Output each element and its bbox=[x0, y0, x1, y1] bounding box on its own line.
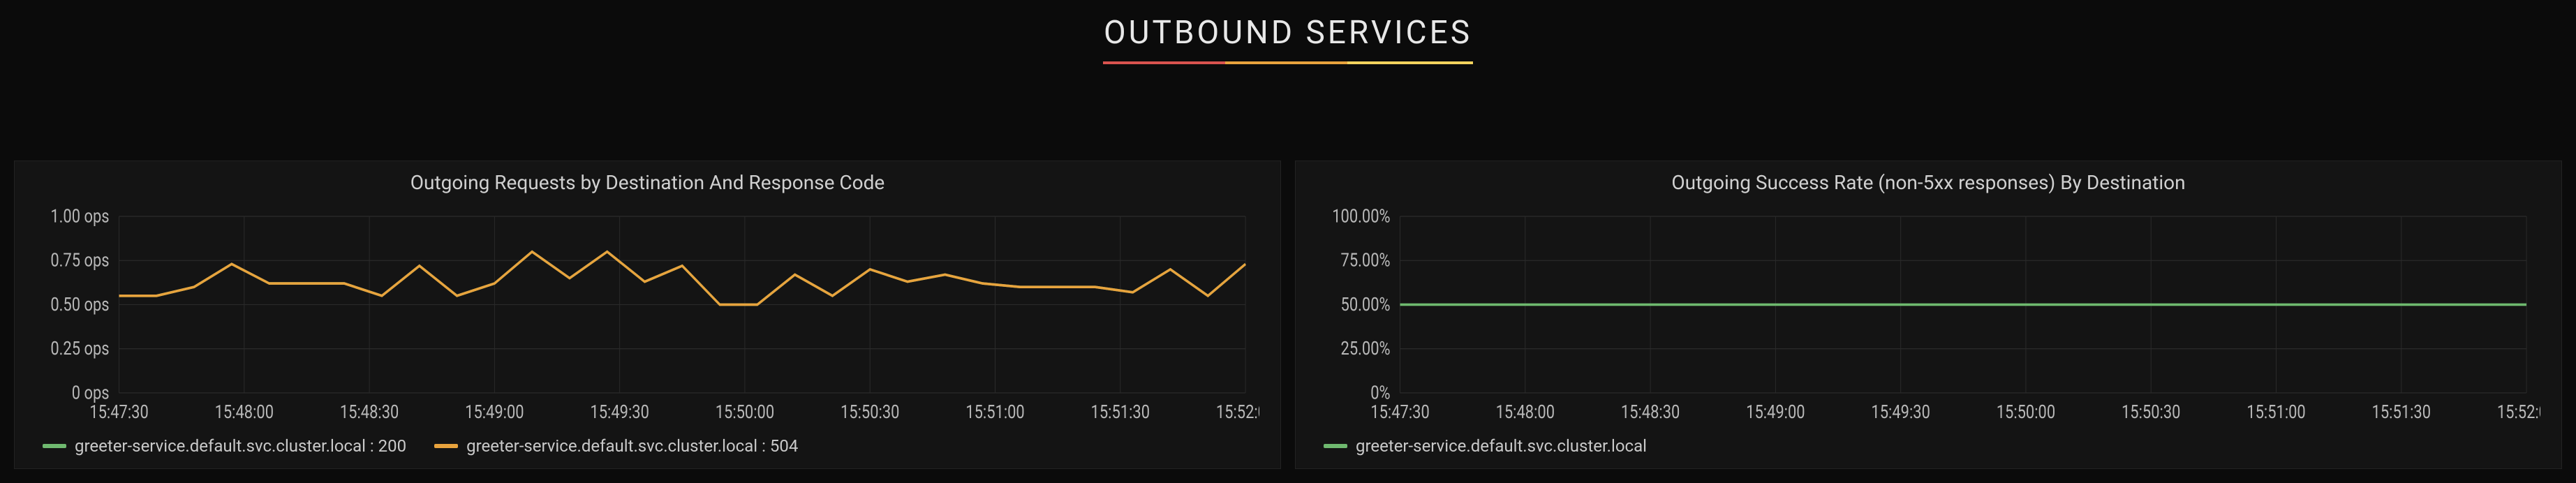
svg-text:1.00 ops: 1.00 ops bbox=[50, 208, 109, 227]
svg-text:15:52:00: 15:52:00 bbox=[2497, 401, 2540, 423]
svg-text:15:48:00: 15:48:00 bbox=[1496, 401, 1555, 423]
svg-text:15:51:30: 15:51:30 bbox=[1091, 401, 1150, 423]
svg-text:15:52:00: 15:52:00 bbox=[1216, 401, 1259, 423]
legend-left: greeter-service.default.svc.cluster.loca… bbox=[15, 426, 1280, 468]
svg-text:0.75 ops: 0.75 ops bbox=[50, 249, 109, 272]
panel-title: Outgoing Requests by Destination And Res… bbox=[15, 161, 1280, 201]
svg-text:15:47:30: 15:47:30 bbox=[1370, 401, 1429, 423]
panel-title: Outgoing Success Rate (non-5xx responses… bbox=[1296, 161, 2561, 201]
section-title: OUTBOUND SERVICES bbox=[1104, 14, 1472, 52]
svg-text:0.25 ops: 0.25 ops bbox=[50, 337, 109, 359]
svg-text:15:51:00: 15:51:00 bbox=[2246, 401, 2305, 423]
legend-label: greeter-service.default.svc.cluster.loca… bbox=[466, 436, 798, 456]
legend-item[interactable]: greeter-service.default.svc.cluster.loca… bbox=[1324, 436, 1647, 456]
svg-text:15:50:30: 15:50:30 bbox=[841, 401, 899, 423]
plot-area-right[interactable]: 0%25.00%50.00%75.00%100.00%15:47:3015:48… bbox=[1317, 208, 2540, 426]
svg-text:0.50 ops: 0.50 ops bbox=[50, 293, 109, 315]
svg-text:75.00%: 75.00% bbox=[1341, 249, 1391, 272]
legend-swatch bbox=[43, 444, 66, 448]
svg-text:15:49:00: 15:49:00 bbox=[1746, 401, 1805, 423]
legend-item[interactable]: greeter-service.default.svc.cluster.loca… bbox=[434, 436, 798, 456]
svg-text:15:48:00: 15:48:00 bbox=[215, 401, 274, 423]
panel-outgoing-requests[interactable]: Outgoing Requests by Destination And Res… bbox=[14, 161, 1281, 469]
svg-text:15:49:30: 15:49:30 bbox=[1871, 401, 1930, 423]
legend-right: greeter-service.default.svc.cluster.loca… bbox=[1296, 426, 2561, 468]
legend-label: greeter-service.default.svc.cluster.loca… bbox=[75, 436, 406, 456]
section-underline bbox=[1103, 61, 1473, 64]
panel-success-rate[interactable]: Outgoing Success Rate (non-5xx responses… bbox=[1295, 161, 2562, 469]
svg-text:15:50:30: 15:50:30 bbox=[2122, 401, 2180, 423]
svg-text:15:49:30: 15:49:30 bbox=[590, 401, 649, 423]
legend-item[interactable]: greeter-service.default.svc.cluster.loca… bbox=[43, 436, 406, 456]
svg-text:15:51:00: 15:51:00 bbox=[965, 401, 1024, 423]
panels-row: Outgoing Requests by Destination And Res… bbox=[14, 161, 2562, 469]
plot-area-left[interactable]: 0 ops0.25 ops0.50 ops0.75 ops1.00 ops15:… bbox=[36, 208, 1259, 426]
chart-svg-right: 0%25.00%50.00%75.00%100.00%15:47:3015:48… bbox=[1317, 208, 2540, 426]
svg-text:15:50:00: 15:50:00 bbox=[1997, 401, 2055, 423]
svg-text:15:47:30: 15:47:30 bbox=[89, 401, 148, 423]
svg-text:15:48:30: 15:48:30 bbox=[1621, 401, 1680, 423]
legend-label: greeter-service.default.svc.cluster.loca… bbox=[1356, 436, 1647, 456]
svg-text:50.00%: 50.00% bbox=[1341, 293, 1391, 315]
svg-text:15:49:00: 15:49:00 bbox=[465, 401, 524, 423]
svg-text:15:51:30: 15:51:30 bbox=[2372, 401, 2431, 423]
chart-svg-left: 0 ops0.25 ops0.50 ops0.75 ops1.00 ops15:… bbox=[36, 208, 1259, 426]
svg-text:15:48:30: 15:48:30 bbox=[340, 401, 399, 423]
svg-text:100.00%: 100.00% bbox=[1332, 208, 1390, 227]
svg-text:25.00%: 25.00% bbox=[1341, 337, 1391, 359]
svg-text:15:50:00: 15:50:00 bbox=[716, 401, 774, 423]
legend-swatch bbox=[1324, 444, 1347, 448]
legend-swatch bbox=[434, 444, 458, 448]
